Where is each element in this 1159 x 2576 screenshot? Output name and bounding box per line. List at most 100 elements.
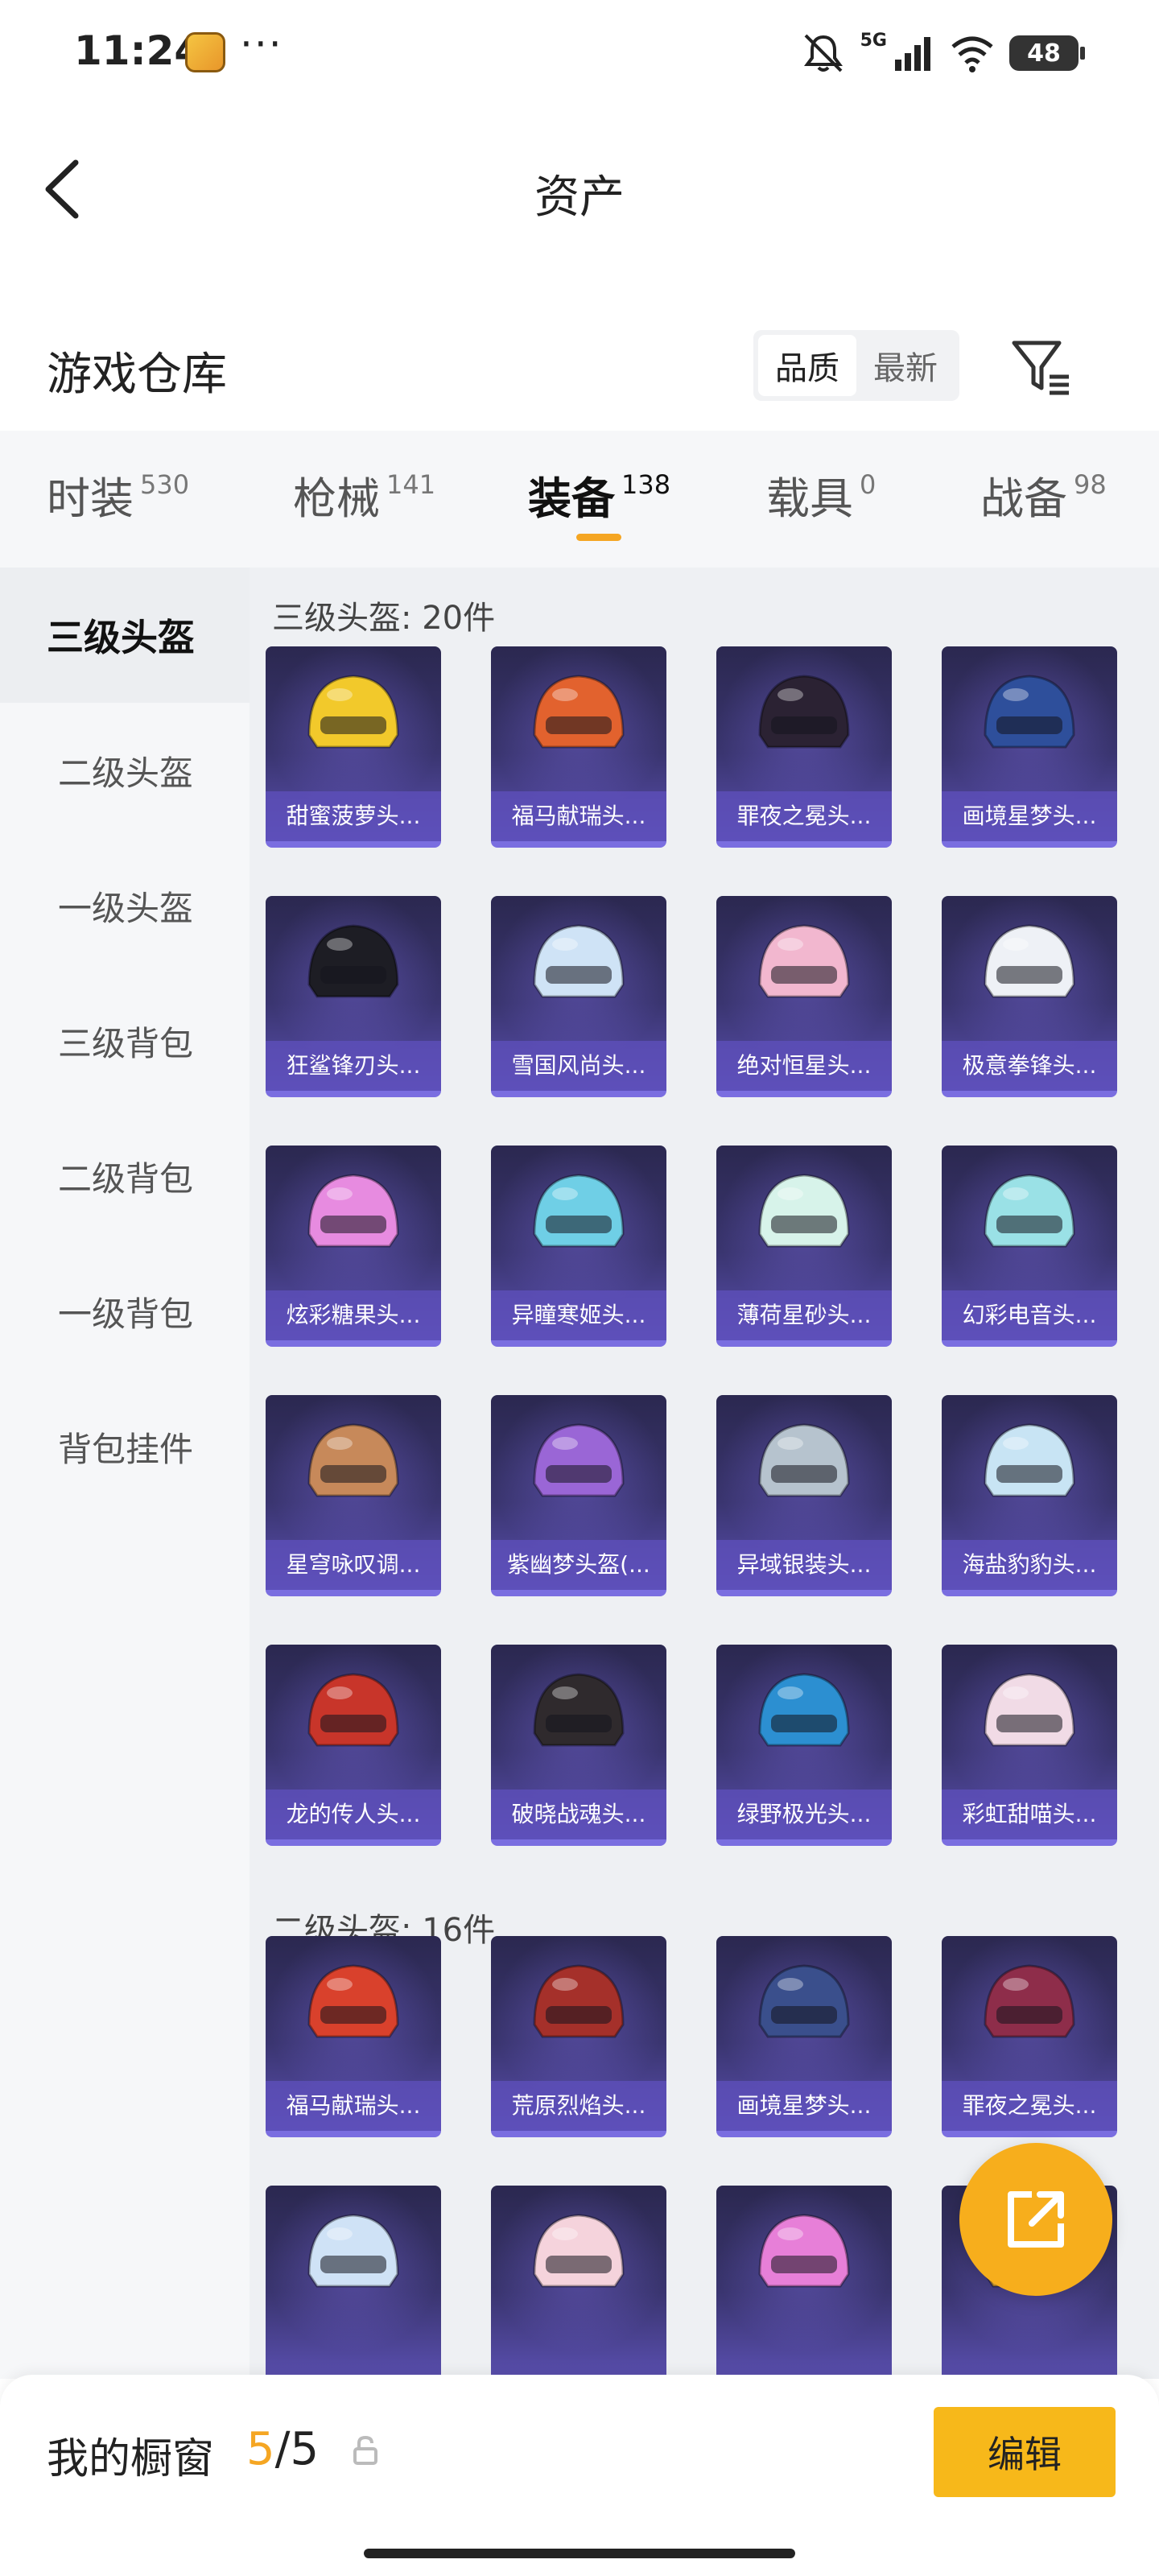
item-card[interactable]: 炫彩糖果头... bbox=[266, 1146, 441, 1347]
item-grid: 三级头盔: 20件 二级头盔: 16件 甜蜜菠萝头... 福马献瑞头... 罪夜之冕… bbox=[250, 568, 1159, 2379]
item-name: 雪国风尚头... bbox=[491, 1041, 666, 1091]
item-card[interactable]: 罪夜之冕头... bbox=[942, 1936, 1117, 2137]
helmet-icon bbox=[758, 2214, 850, 2288]
home-indicator bbox=[364, 2549, 795, 2558]
item-card[interactable] bbox=[266, 2186, 441, 2379]
helmet-icon bbox=[758, 924, 850, 998]
helmet-icon bbox=[984, 1423, 1075, 1497]
wifi-icon bbox=[951, 36, 993, 72]
signal-icon bbox=[895, 37, 930, 71]
item-card[interactable]: 海盐豹豹头... bbox=[942, 1395, 1117, 1596]
tab-label: 时装 bbox=[47, 473, 134, 524]
item-card[interactable]: 龙的传人头... bbox=[266, 1645, 441, 1846]
helmet-icon bbox=[307, 675, 399, 749]
item-name: 炫彩糖果头... bbox=[266, 1290, 441, 1340]
item-card[interactable]: 福马献瑞头... bbox=[266, 1936, 441, 2137]
item-card[interactable]: 薄荷星砂头... bbox=[716, 1146, 892, 1347]
item-card[interactable]: 画境星梦头... bbox=[942, 646, 1117, 848]
mute-icon bbox=[803, 34, 843, 72]
item-card[interactable]: 福马献瑞头... bbox=[491, 646, 666, 848]
battery-icon: 48 bbox=[1009, 35, 1085, 71]
helmet-icon bbox=[984, 1964, 1075, 2038]
helmet-icon bbox=[307, 924, 399, 998]
item-card[interactable]: 雪国风尚头... bbox=[491, 896, 666, 1097]
helmet-icon bbox=[758, 1423, 850, 1497]
helmet-icon bbox=[307, 1423, 399, 1497]
item-card[interactable]: 异瞳寒姬头... bbox=[491, 1146, 666, 1347]
item-card[interactable]: 星穹咏叹调... bbox=[266, 1395, 441, 1596]
sidebar-item-level3-backpack[interactable]: 三级背包 bbox=[0, 973, 250, 1108]
tab-supplies[interactable]: 战备 98 bbox=[980, 463, 1107, 526]
app-icon bbox=[185, 32, 225, 72]
item-name: 福马献瑞头... bbox=[266, 2081, 441, 2131]
share-external-icon bbox=[1008, 2191, 1064, 2248]
item-card[interactable]: 紫幽梦头盔(... bbox=[491, 1395, 666, 1596]
item-card[interactable]: 画境星梦头... bbox=[716, 1936, 892, 2137]
helmet-icon bbox=[984, 924, 1075, 998]
sidebar-item-level3-helmet[interactable]: 三级头盔 bbox=[0, 568, 250, 703]
share-button[interactable] bbox=[959, 2143, 1112, 2296]
helmet-icon bbox=[758, 1673, 850, 1747]
sidebar-item-level2-helmet[interactable]: 二级头盔 bbox=[0, 703, 250, 838]
helmet-icon bbox=[758, 1174, 850, 1248]
warehouse-header: 游戏仓库 品质 最新 bbox=[0, 306, 1159, 427]
item-card[interactable]: 极意拳锋头... bbox=[942, 896, 1117, 1097]
helmet-icon bbox=[307, 1964, 399, 2038]
tab-count: 138 bbox=[621, 469, 671, 500]
item-card[interactable]: 幻彩电音头... bbox=[942, 1146, 1117, 1347]
tab-count: 0 bbox=[860, 469, 876, 500]
showcase-label: 我的橱窗 bbox=[47, 2435, 215, 2483]
sort-option-newest[interactable]: 最新 bbox=[856, 335, 955, 396]
edit-button[interactable]: 编辑 bbox=[934, 2407, 1116, 2497]
item-name: 薄荷星砂头... bbox=[716, 1290, 892, 1340]
tab-label: 战备 bbox=[980, 473, 1067, 524]
item-name: 甜蜜菠萝头... bbox=[266, 791, 441, 841]
status-icons: 5G 48 bbox=[801, 30, 1085, 76]
helmet-icon bbox=[984, 1673, 1075, 1747]
helmet-icon bbox=[307, 1174, 399, 1248]
item-name: 幻彩电音头... bbox=[942, 1290, 1117, 1340]
item-card[interactable]: 破晓战魂头... bbox=[491, 1645, 666, 1846]
tab-count: 530 bbox=[140, 469, 190, 500]
item-card[interactable]: 甜蜜菠萝头... bbox=[266, 646, 441, 848]
item-card[interactable]: 狂鲨锋刃头... bbox=[266, 896, 441, 1097]
status-time: 11:24 bbox=[74, 27, 203, 74]
item-name: 紫幽梦头盔(... bbox=[491, 1540, 666, 1590]
filter-icon[interactable] bbox=[1009, 335, 1074, 399]
helmet-icon bbox=[533, 1423, 625, 1497]
helmet-icon bbox=[533, 2214, 625, 2288]
item-name: 海盐豹豹头... bbox=[942, 1540, 1117, 1590]
item-card[interactable]: 彩虹甜喵头... bbox=[942, 1645, 1117, 1846]
tab-fashion[interactable]: 时装 530 bbox=[47, 463, 189, 526]
network-type: 5G bbox=[860, 30, 887, 51]
item-name: 荒原烈焰头... bbox=[491, 2081, 666, 2131]
sidebar: 三级头盔 二级头盔 一级头盔 三级背包 二级背包 一级背包 背包挂件 bbox=[0, 568, 250, 2379]
tab-vehicles[interactable]: 载具 0 bbox=[766, 463, 876, 526]
helmet-icon bbox=[533, 1964, 625, 2038]
item-name: 星穹咏叹调... bbox=[266, 1540, 441, 1590]
item-card[interactable]: 绿野极光头... bbox=[716, 1645, 892, 1846]
sidebar-item-level1-backpack[interactable]: 一级背包 bbox=[0, 1244, 250, 1379]
sort-option-quality[interactable]: 品质 bbox=[758, 335, 856, 396]
item-card[interactable]: 绝对恒星头... bbox=[716, 896, 892, 1097]
item-name: 罪夜之冕头... bbox=[942, 2081, 1117, 2131]
item-name: 绝对恒星头... bbox=[716, 1041, 892, 1091]
active-tab-indicator bbox=[576, 534, 621, 541]
sort-toggle: 品质 最新 bbox=[753, 330, 959, 401]
more-notifications-icon: ··· bbox=[240, 21, 283, 68]
item-card[interactable] bbox=[716, 2186, 892, 2379]
section-title: 三级头盔: 20件 bbox=[272, 600, 496, 637]
item-card[interactable]: 罪夜之冕头... bbox=[716, 646, 892, 848]
warehouse-title: 游戏仓库 bbox=[47, 349, 227, 401]
tab-guns[interactable]: 枪械 141 bbox=[293, 463, 435, 526]
sidebar-item-level2-backpack[interactable]: 二级背包 bbox=[0, 1108, 250, 1244]
sidebar-item-level1-helmet[interactable]: 一级头盔 bbox=[0, 838, 250, 973]
showcase-total: 5 bbox=[290, 2423, 320, 2475]
sidebar-item-backpack-charm[interactable]: 背包挂件 bbox=[0, 1379, 250, 1514]
helmet-icon bbox=[533, 1174, 625, 1248]
tab-equipment[interactable]: 装备 138 bbox=[528, 463, 670, 526]
item-card[interactable]: 荒原烈焰头... bbox=[491, 1936, 666, 2137]
item-card[interactable]: 异域银装头... bbox=[716, 1395, 892, 1596]
item-name: 龙的传人头... bbox=[266, 1790, 441, 1839]
item-card[interactable] bbox=[491, 2186, 666, 2379]
